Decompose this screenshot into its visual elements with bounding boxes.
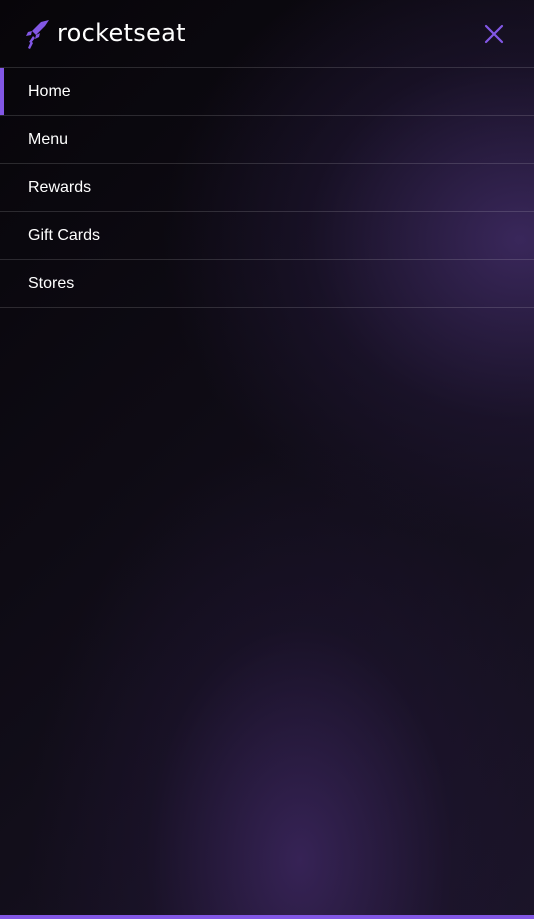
nav-item-gift-cards[interactable]: Gift Cards — [0, 212, 534, 260]
nav-item-label: Rewards — [28, 178, 92, 196]
nav-item-stores[interactable]: Stores — [0, 260, 534, 308]
nav-item-label: Stores — [28, 274, 75, 292]
brand-logo[interactable]: rocketseat — [25, 18, 186, 50]
nav-item-menu[interactable]: Menu — [0, 116, 534, 164]
nav-item-label: Menu — [28, 130, 69, 148]
rocket-icon — [26, 19, 49, 49]
nav-item-label: Home — [28, 82, 71, 100]
bottom-accent-bar — [0, 915, 534, 919]
app-header: rocketseat — [0, 0, 534, 67]
close-button[interactable] — [482, 22, 506, 46]
nav-item-home[interactable]: Home — [0, 68, 534, 116]
nav-item-label: Gift Cards — [28, 226, 101, 244]
brand-name: rocketseat — [57, 18, 186, 47]
nav-item-rewards[interactable]: Rewards — [0, 164, 534, 212]
main-navigation: Home Menu Rewards Gift Cards Stores — [0, 67, 534, 308]
close-icon — [484, 24, 504, 43]
